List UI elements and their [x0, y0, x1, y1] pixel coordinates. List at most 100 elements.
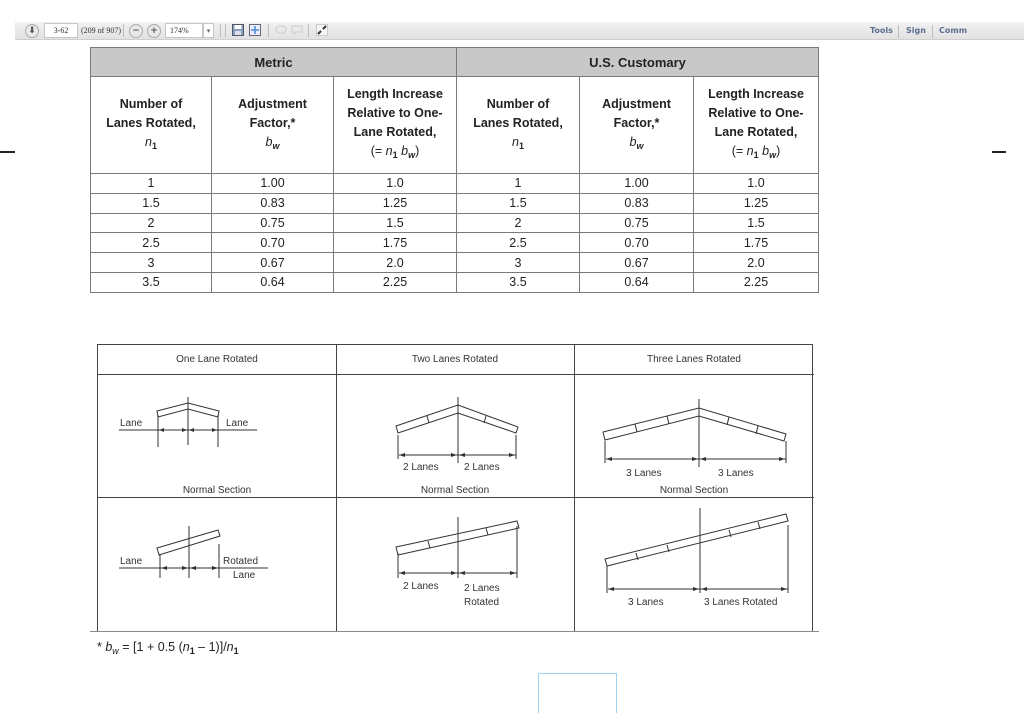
table-cell: 0.64: [211, 271, 334, 293]
rotated-lanes-label-line1: 2 Lanes: [464, 583, 500, 594]
next-page-button[interactable]: ⬇: [25, 24, 39, 38]
table-cell: 1.25: [693, 192, 819, 214]
arrow-down-icon: ⬇: [28, 25, 36, 36]
table-cell: 0.75: [211, 212, 334, 234]
table-cell: 2: [456, 212, 580, 234]
table-row: 1 1.00 1.0 1 1.00 1.0: [90, 173, 819, 194]
header-lanes-rotated: Number of Lanes Rotated, n1: [456, 76, 580, 174]
table-cell: 1: [90, 173, 212, 194]
comment-tab[interactable]: Comm: [939, 22, 967, 39]
table-row: 1.5 0.83 1.25 1.5 0.83 1.25: [90, 192, 819, 214]
save-icon[interactable]: [232, 24, 244, 36]
two-lanes-rotated-section: 2 Lanes 2 Lanes Rotated: [395, 517, 520, 608]
toolbar-separator: [268, 24, 269, 37]
lanes-label-left: 3 Lanes: [626, 468, 662, 479]
fullscreen-icon[interactable]: [316, 24, 328, 36]
header-adjustment-factor: Adjustment Factor,* bw: [211, 76, 334, 174]
page-count-label: (209 of 907): [81, 26, 121, 35]
group-header-us-customary: U.S. Customary: [456, 47, 819, 77]
page-edge-mark-right: [992, 151, 1006, 153]
three-lanes-rotated-section: 3 Lanes 3 Lanes Rotated: [604, 508, 789, 608]
rotated-lanes-label: 3 Lanes Rotated: [704, 597, 777, 608]
normal-section-label: Normal Section: [183, 485, 251, 496]
table-cell: 1.00: [211, 173, 334, 194]
selection-box[interactable]: [538, 673, 617, 713]
table-cell: 3: [456, 252, 580, 273]
lanes-label-right: 2 Lanes: [464, 462, 500, 473]
diagram-title-two-lanes: Two Lanes Rotated: [411, 354, 499, 365]
toolbar-separator: [932, 25, 933, 38]
table-cell: 2.0: [333, 252, 457, 273]
group-header-metric: Metric: [90, 47, 457, 77]
rotated-label-line2: Lane: [233, 570, 256, 581]
footnote: * bw = [1 + 0.5 (n1 – 1)]/n1: [97, 640, 239, 656]
column-header-row: Number of Lanes Rotated, n1 Adjustment F…: [90, 76, 819, 174]
pdf-toolbar: ⬇ 3-62 (209 of 907) − + 174% ▾ Tools Sig…: [15, 22, 1024, 40]
header-lanes-rotated: Number of Lanes Rotated, n1: [90, 76, 212, 174]
lanes-label-left: 2 Lanes: [403, 581, 439, 592]
diagram-title-one-lane: One Lane Rotated: [176, 354, 258, 365]
table-cell: 1.25: [333, 192, 457, 214]
tools-tab[interactable]: Tools: [870, 22, 893, 39]
normal-section-label: Normal Section: [421, 485, 489, 496]
header-adjustment-factor: Adjustment Factor,* bw: [579, 76, 694, 174]
table-cell: 1.5: [693, 212, 819, 234]
table-cell: 3.5: [90, 271, 212, 293]
table-cell: 0.75: [579, 212, 694, 234]
zoom-in-button[interactable]: +: [147, 24, 161, 38]
table-cell: 2.5: [90, 232, 212, 254]
table-cell: 2.25: [333, 271, 457, 293]
table-cell: 1.00: [579, 173, 694, 194]
toolbar-separator: [308, 24, 309, 37]
diagram-title-three-lanes: Three Lanes Rotated: [647, 354, 741, 365]
table-cell: 1.5: [90, 192, 212, 214]
two-lanes-normal-section: 2 Lanes 2 Lanes Normal Section: [395, 397, 519, 496]
plus-icon: +: [150, 25, 158, 36]
zoom-level-input[interactable]: 174%: [165, 23, 203, 38]
table-cell: 1.75: [333, 232, 457, 254]
table-cell: 0.83: [579, 192, 694, 214]
lanes-label-left: 2 Lanes: [403, 462, 439, 473]
table-row: 2.5 0.70 1.75 2.5 0.70 1.75: [90, 232, 819, 254]
table-cell: 0.67: [211, 252, 334, 273]
lane-rotation-diagram: One Lane Rotated Two Lanes Rotated Three…: [97, 344, 814, 632]
page-number-input[interactable]: 3-62: [44, 23, 78, 38]
lane-label-left: Lane: [120, 556, 143, 567]
table-row: 3.5 0.64 2.25 3.5 0.64 2.25: [90, 271, 819, 293]
table-cell: 1.5: [456, 192, 580, 214]
one-lane-normal-section: Lane Lane Normal Section: [119, 397, 257, 496]
comment-icon[interactable]: [275, 24, 287, 36]
toolbar-separator: [220, 24, 221, 37]
table-cell: 2: [90, 212, 212, 234]
table-cell: 0.83: [211, 192, 334, 214]
header-length-increase: Length Increase Relative to One- Lane Ro…: [693, 76, 819, 174]
toolbar-separator: [898, 25, 899, 38]
table-row: 3 0.67 2.0 3 0.67 2.0: [90, 252, 819, 273]
table-cell: 1.75: [693, 232, 819, 254]
sign-tab[interactable]: Sign: [906, 22, 926, 39]
table-cell: 3.5: [456, 271, 580, 293]
table-cell: 2.0: [693, 252, 819, 273]
table-cell: 1.5: [333, 212, 457, 234]
table-cell: 1: [456, 173, 580, 194]
rotated-label-line1: Rotated: [223, 556, 258, 567]
footnote-rule: [90, 631, 819, 632]
table-cell: 0.64: [579, 271, 694, 293]
zoom-dropdown-button[interactable]: ▾: [203, 23, 214, 38]
three-lanes-normal-section: 3 Lanes 3 Lanes Normal Section: [602, 399, 787, 496]
table-cell: 0.70: [579, 232, 694, 254]
lane-label-left: Lane: [120, 418, 143, 429]
highlight-icon[interactable]: [291, 24, 303, 36]
chevron-down-icon: ▾: [206, 26, 211, 35]
toolbar-separator: [225, 24, 226, 37]
header-length-increase: Length Increase Relative to One- Lane Ro…: [333, 76, 457, 174]
table-cell: 2.25: [693, 271, 819, 293]
table-body: 1 1.00 1.0 1 1.00 1.0 1.5 0.83 1.25 1.5 0.83 1.25 2 0…: [90, 173, 819, 293]
lanes-label-right: 3 Lanes: [718, 468, 754, 479]
zoom-out-button[interactable]: −: [129, 24, 143, 38]
minus-icon: −: [132, 25, 140, 36]
table-cell: 2.5: [456, 232, 580, 254]
adjustment-factor-table: Metric U.S. Customary Number of Lanes Ro…: [90, 47, 819, 293]
one-lane-rotated-section: Lane Rotated Lane: [119, 526, 268, 581]
fit-page-icon[interactable]: [249, 24, 261, 36]
